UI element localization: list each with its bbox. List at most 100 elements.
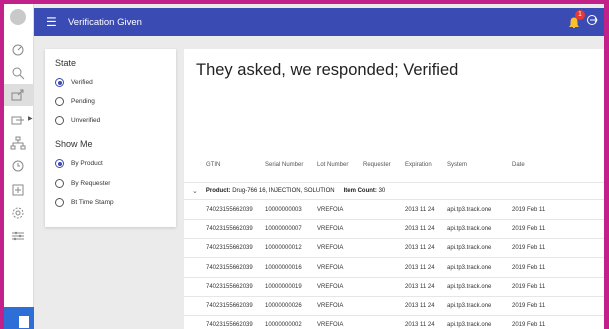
hierarchy-icon[interactable] (10, 136, 26, 150)
transfer-icon[interactable] (10, 112, 26, 126)
cell-gtin: 74023155662039 (206, 245, 253, 252)
table-row[interactable]: 74023155662039 10000000012 VREFOIA 2013 11 … (184, 239, 604, 259)
avatar[interactable] (10, 9, 26, 25)
top-app-bar: ☰ Verification Given 1 (34, 8, 604, 36)
cell-gtin: 74023155662039 (206, 226, 253, 233)
table-row[interactable]: 74023155662039 10000000002 VREFOIA 2013 11 … (184, 316, 604, 329)
cell-gtin: 74023155662039 (206, 207, 253, 213)
column-header-gtin[interactable]: GTIN (206, 162, 220, 168)
menu-icon[interactable]: ☰ (46, 16, 58, 28)
cell-expiration: 2013 11 24 (405, 322, 435, 329)
radio[interactable] (55, 179, 64, 188)
state-heading: State (55, 58, 77, 68)
product-group-row[interactable]: ⌄ Product: Drug-766 16, INJECTION, SOLUT… (184, 182, 604, 200)
cell-date: 2019 Feb 11 (512, 207, 546, 213)
cell-date: 2019 Feb 11 (512, 245, 546, 252)
cell-serial-number: 10000000012 (265, 245, 302, 252)
cell-system: api.tp3.track.one (447, 226, 492, 233)
cell-expiration: 2013 11 24 (405, 207, 435, 213)
state-option-verified[interactable]: Verified (55, 78, 93, 87)
product-label: Product: (205, 188, 231, 194)
cell-lot-number: VREFOIA (317, 245, 344, 252)
radio[interactable] (55, 97, 64, 106)
sliders-icon[interactable] (10, 229, 26, 243)
radio-selected[interactable] (55, 159, 64, 168)
cell-serial-number: 10000000007 (265, 226, 302, 233)
add-box-icon[interactable] (10, 183, 26, 197)
table-row[interactable]: 74023155662039 10000000019 VREFOIA 2013 11 … (184, 278, 604, 297)
show-me-heading: Show Me (55, 139, 93, 149)
cell-serial-number: 10000000026 (265, 303, 302, 309)
show-option-by-product[interactable]: By Product (55, 159, 103, 168)
app-window: ▶ ☰ Verification Given 1 State Verified … (4, 4, 604, 329)
cell-date: 2019 Feb 11 (512, 303, 546, 309)
filter-panel: State Verified Pending Unverified Show M… (45, 49, 176, 227)
page-title: Verification Given (68, 16, 142, 28)
document-icon (18, 315, 30, 329)
cell-expiration: 2013 11 24 (405, 283, 435, 290)
cell-serial-number: 10000000016 (265, 264, 302, 271)
column-header-lot-number[interactable]: Lot Number (317, 162, 348, 168)
cell-date: 2019 Feb 11 (512, 283, 546, 290)
column-header-requester[interactable]: Requester (363, 162, 391, 168)
state-option-pending[interactable]: Pending (55, 97, 95, 106)
cell-system: api.tp3.track.one (447, 322, 492, 329)
corner-widget[interactable] (4, 307, 34, 329)
notification-badge: 1 (575, 10, 585, 20)
history-icon[interactable] (10, 159, 26, 173)
cell-system: api.tp3.track.one (447, 283, 492, 290)
radio[interactable] (55, 198, 64, 207)
cell-lot-number: VREFOIA (317, 207, 344, 213)
cell-gtin: 74023155662039 (206, 264, 253, 271)
cell-expiration: 2013 11 24 (405, 264, 435, 271)
radio[interactable] (55, 116, 64, 125)
show-option-by-time-stamp[interactable]: Bt Time Stamp (55, 198, 114, 207)
column-header-date[interactable]: Date (512, 162, 525, 168)
table-row[interactable]: 74023155662039 10000000016 VREFOIA 2013 11 … (184, 259, 604, 278)
item-count-label: Item Count: (343, 188, 377, 194)
radio-selected[interactable] (55, 78, 64, 87)
state-option-unverified[interactable]: Unverified (55, 116, 100, 125)
notifications-button[interactable]: 1 (568, 10, 585, 28)
results-heading: They asked, we responded; Verified (196, 61, 459, 79)
dashboard-icon[interactable] (10, 42, 26, 56)
cell-expiration: 2013 11 24 (405, 245, 435, 252)
settings-icon[interactable] (10, 206, 26, 220)
cell-lot-number: VREFOIA (317, 226, 344, 233)
cell-lot-number: VREFOIA (317, 303, 344, 309)
cell-serial-number: 10000000002 (265, 322, 302, 329)
cell-serial-number: 10000000003 (265, 207, 302, 213)
logout-button[interactable] (586, 13, 598, 31)
cell-expiration: 2013 11 24 (405, 226, 435, 233)
search-icon[interactable] (10, 66, 26, 80)
column-header-expiration[interactable]: Expiration (405, 162, 432, 168)
cell-system: api.tp3.track.one (447, 264, 492, 271)
cell-gtin: 74023155662039 (206, 303, 253, 309)
cell-date: 2019 Feb 11 (512, 226, 546, 233)
cell-gtin: 74023155662039 (206, 283, 253, 290)
table-row[interactable]: 74023155662039 10000000003 VREFOIA 2013 11 … (184, 201, 604, 220)
cell-serial-number: 10000000019 (265, 283, 302, 290)
cell-lot-number: VREFOIA (317, 283, 344, 290)
show-option-by-requester[interactable]: By Requester (55, 179, 110, 188)
item-count-value: 30 (378, 188, 386, 194)
cell-lot-number: VREFOIA (317, 264, 344, 271)
cell-system: api.tp3.track.one (447, 303, 492, 309)
chevron-down-icon[interactable]: ⌄ (192, 187, 198, 195)
icon-rail: ▶ (4, 4, 34, 329)
cell-lot-number: VREFOIA (317, 322, 344, 329)
column-header-system[interactable]: System (447, 162, 467, 168)
cell-system: api.tp3.track.one (447, 245, 492, 252)
cell-date: 2019 Feb 11 (512, 322, 546, 329)
cell-system: api.tp3.track.one (447, 207, 492, 213)
results-panel: They asked, we responded; Verified GTIN … (184, 49, 604, 329)
table-row[interactable]: 74023155662039 10000000026 VREFOIA 2013 11 … (184, 297, 604, 316)
cell-expiration: 2013 11 24 (405, 303, 435, 309)
cell-date: 2019 Feb 11 (512, 264, 546, 271)
product-value: Drug-766 16, INJECTION, SOLUTION (232, 188, 335, 194)
table-row[interactable]: 74023155662039 10000000007 VREFOIA 2013 11 … (184, 220, 604, 240)
chevron-right-icon[interactable]: ▶ (28, 115, 33, 122)
column-header-serial-number[interactable]: Serial Number (265, 162, 303, 168)
cell-gtin: 74023155662039 (206, 322, 253, 329)
export-icon[interactable] (10, 88, 26, 102)
